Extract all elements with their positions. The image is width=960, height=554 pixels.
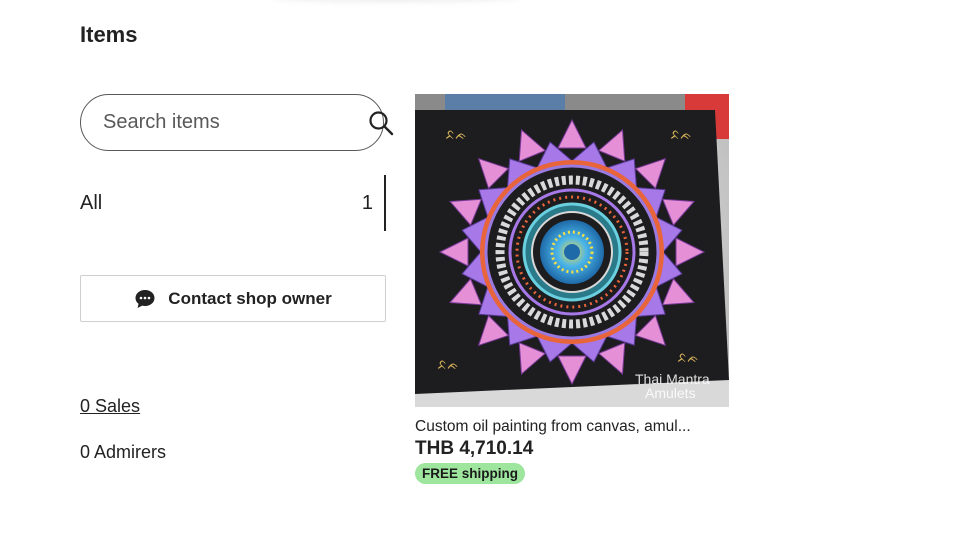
selected-indicator bbox=[384, 175, 386, 231]
header-shadow bbox=[270, 0, 520, 2]
svg-text:ᨅᨃ: ᨅᨃ bbox=[670, 127, 692, 143]
search-icon bbox=[369, 110, 394, 135]
contact-shop-owner-button[interactable]: Contact shop owner bbox=[80, 275, 386, 322]
free-shipping-badge: FREE shipping bbox=[415, 463, 525, 484]
page-title: Items bbox=[80, 22, 138, 47]
listing-title[interactable]: Custom oil painting from canvas, amul... bbox=[415, 418, 729, 436]
contact-button-label: Contact shop owner bbox=[168, 288, 332, 308]
admirers-count: 0 Admirers bbox=[80, 442, 167, 462]
listing-card[interactable]: ᨅᨃ ᨅᨃ ᨅᨃ ᨅᨃ Thai Mantra Amulets Custom o… bbox=[415, 94, 729, 484]
section-label: All bbox=[80, 191, 103, 214]
svg-text:ᨅᨃ: ᨅᨃ bbox=[677, 350, 699, 366]
watermark-line2: Amulets bbox=[645, 385, 696, 401]
search-button[interactable] bbox=[368, 108, 394, 138]
chat-bubble-icon bbox=[135, 289, 155, 308]
listing-price: THB 4,710.14 bbox=[415, 438, 534, 459]
search-input[interactable] bbox=[103, 111, 368, 134]
listing-image[interactable]: ᨅᨃ ᨅᨃ ᨅᨃ ᨅᨃ Thai Mantra Amulets bbox=[415, 94, 729, 407]
svg-text:ᨅᨃ: ᨅᨃ bbox=[445, 127, 467, 143]
svg-text:ᨅᨃ: ᨅᨃ bbox=[437, 357, 459, 373]
section-all[interactable]: All 1 bbox=[80, 175, 386, 231]
sales-link[interactable]: 0 Sales bbox=[80, 396, 140, 417]
search-box bbox=[80, 94, 394, 151]
section-count: 1 bbox=[361, 191, 373, 214]
